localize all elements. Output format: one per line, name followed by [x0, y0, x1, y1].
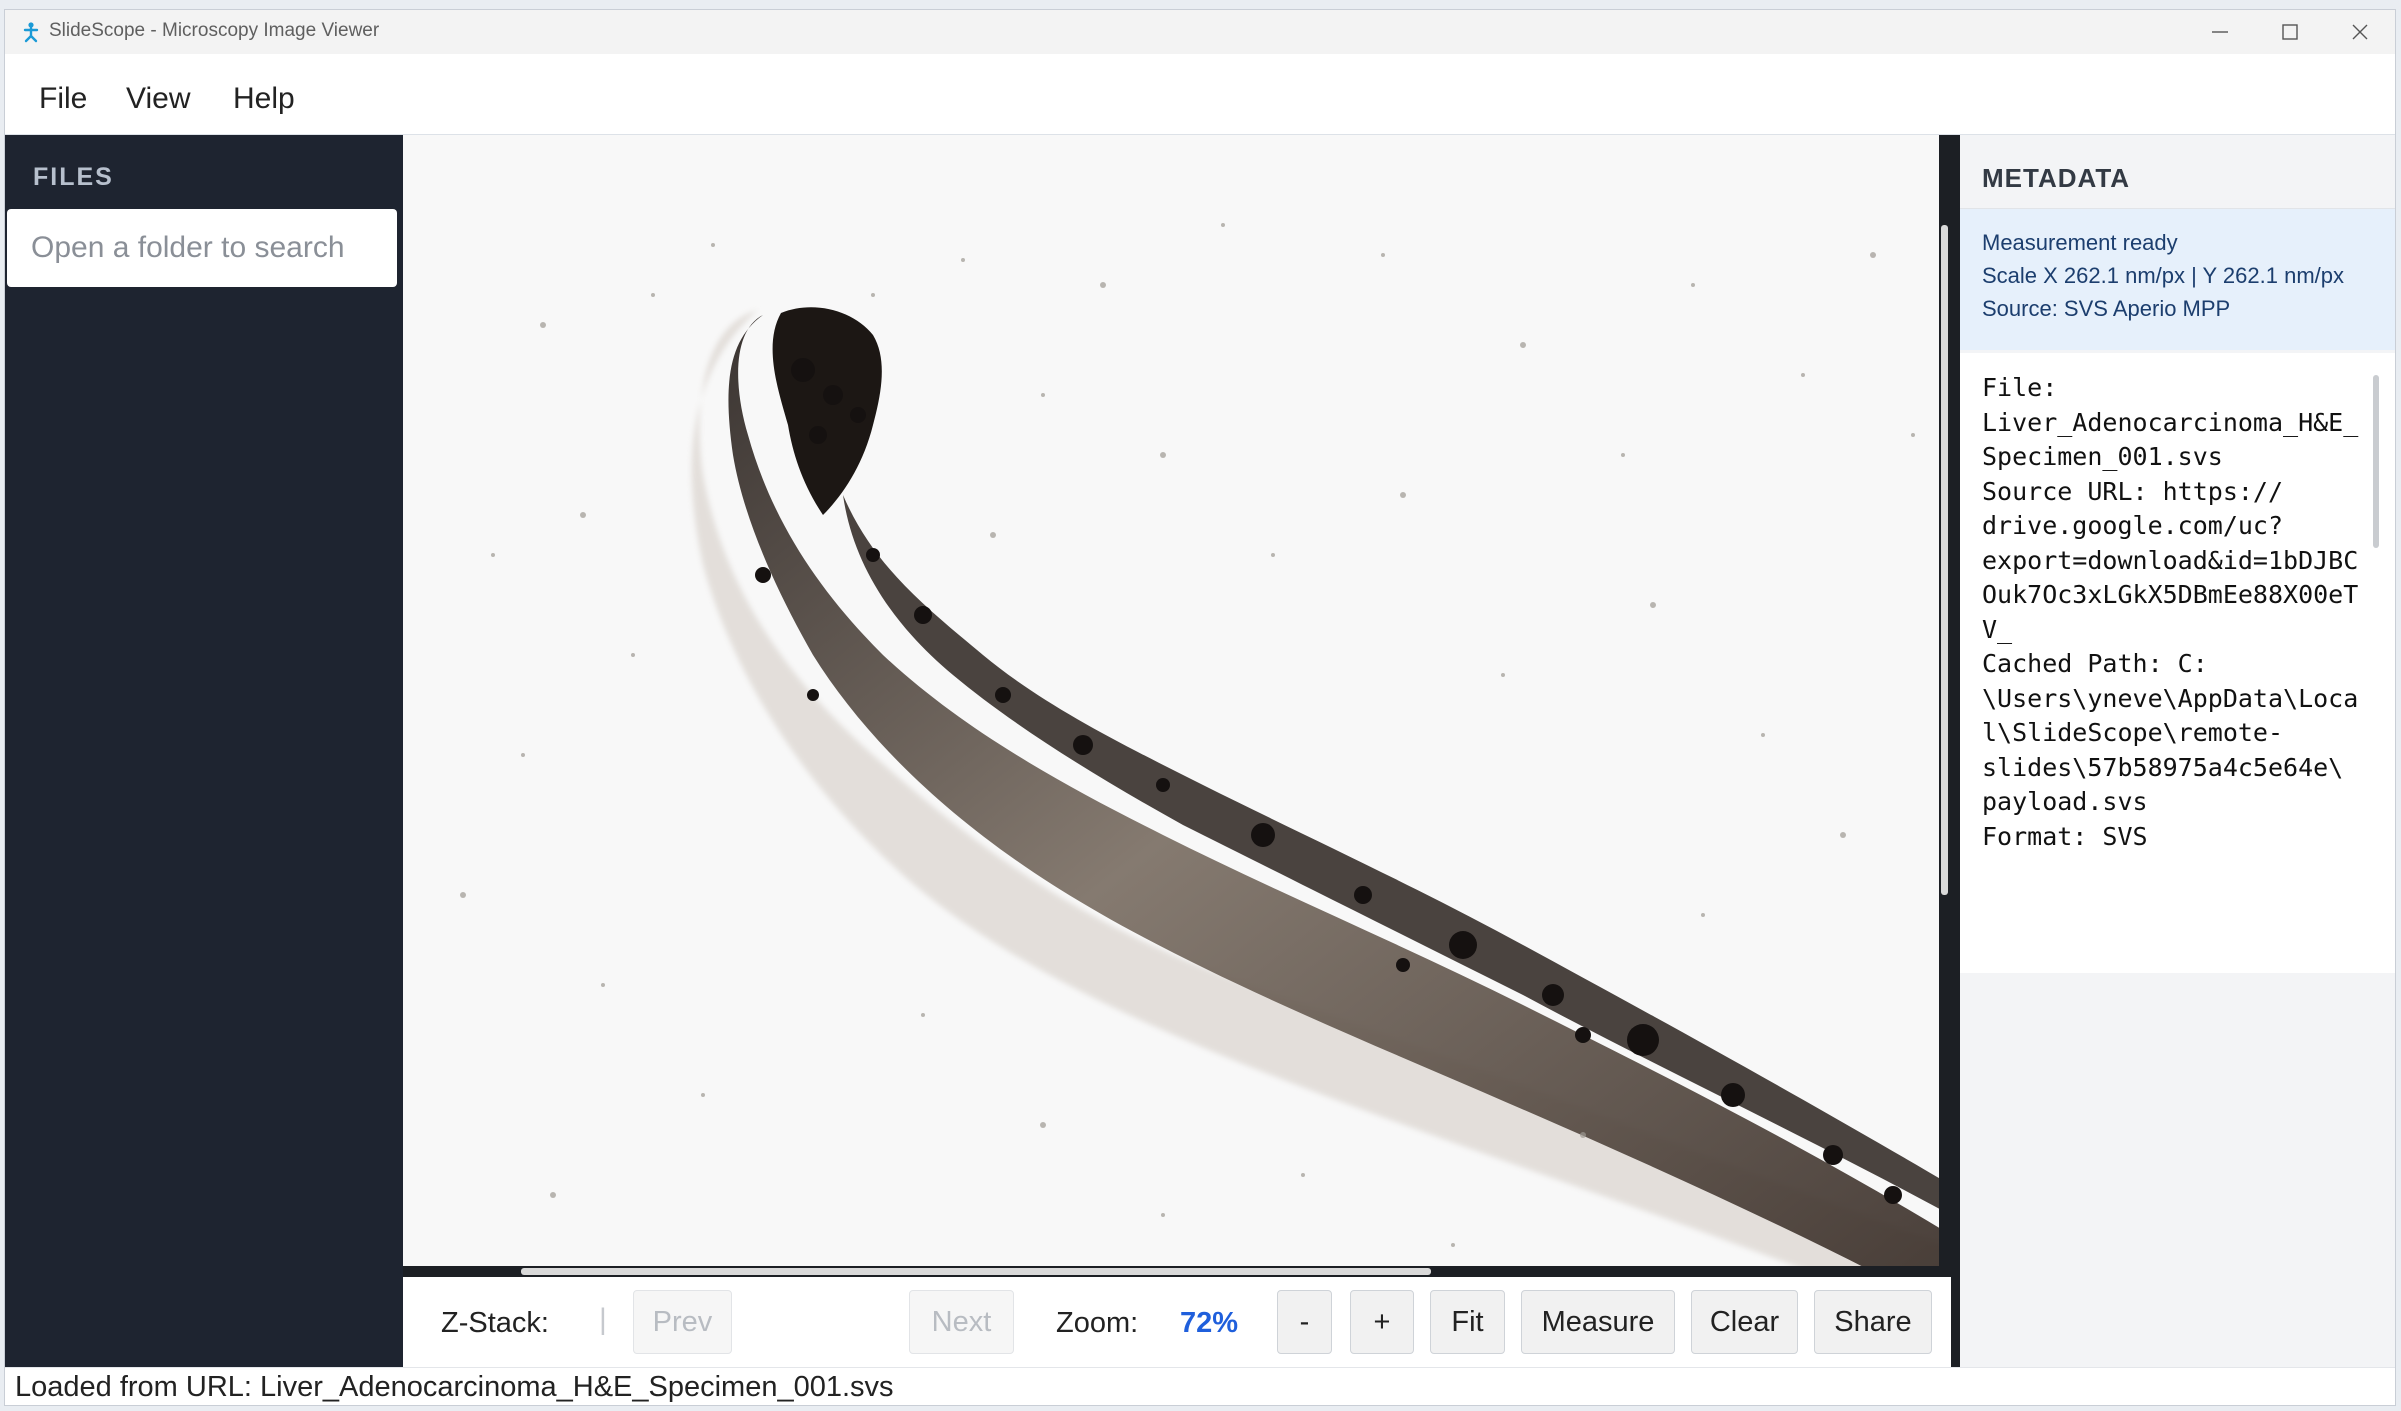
minimize-icon [2212, 31, 2228, 33]
slidescope-logo-icon [23, 22, 39, 43]
menu-view[interactable]: View [126, 82, 190, 116]
share-button[interactable]: Share [1814, 1290, 1932, 1354]
folder-search-input[interactable] [7, 209, 397, 287]
metadata-panel: METADATA Measurement ready Scale X 262.1… [1960, 135, 2395, 1367]
zoom-value: 72% [1180, 1307, 1239, 1339]
clear-button[interactable]: Clear [1691, 1290, 1798, 1354]
metadata-details-box[interactable]: File: Liver_Adenocarcinoma_H&E_Specimen_… [1960, 353, 2395, 973]
measurement-info: Measurement ready Scale X 262.1 nm/px | … [1960, 209, 2395, 350]
metadata-header: METADATA [1960, 135, 2395, 209]
zoom-in-button[interactable]: + [1350, 1290, 1414, 1354]
metadata-title: METADATA [1982, 163, 2131, 193]
measurement-source: Source: SVS Aperio MPP [1982, 296, 2231, 321]
z-stack-label: Z-Stack: [441, 1307, 549, 1339]
title-bar[interactable]: SlideScope - Microscopy Image Viewer [5, 10, 2395, 54]
close-icon [2352, 24, 2368, 40]
slide-viewer[interactable] [403, 135, 1951, 1277]
window-title: SlideScope - Microscopy Image Viewer [49, 20, 380, 41]
maximize-button[interactable] [2255, 10, 2325, 54]
menu-help[interactable]: Help [233, 82, 295, 116]
z-stack-separator: | [599, 1303, 607, 1336]
metadata-scroll-thumb[interactable] [2373, 375, 2379, 548]
fit-button[interactable]: Fit [1430, 1290, 1505, 1354]
menu-file[interactable]: File [39, 82, 87, 116]
viewer-vertical-scroll-thumb[interactable] [1941, 225, 1948, 895]
viewer-horizontal-scroll-thumb[interactable] [521, 1268, 1431, 1275]
zoom-out-button[interactable]: - [1277, 1290, 1332, 1354]
maximize-icon [2282, 24, 2298, 40]
tissue-specimen-image [403, 135, 1951, 1277]
minimize-button[interactable] [2185, 10, 2255, 54]
files-sidebar: FILES [5, 135, 403, 1367]
app-window: SlideScope - Microscopy Image Viewer Fil… [5, 10, 2395, 1405]
next-button[interactable]: Next [909, 1290, 1014, 1354]
measure-button[interactable]: Measure [1521, 1290, 1675, 1354]
close-button[interactable] [2325, 10, 2395, 54]
prev-button[interactable]: Prev [633, 1290, 732, 1354]
metadata-details-text: File: Liver_Adenocarcinoma_H&E_Specimen_… [1982, 373, 2359, 851]
viewer-toolbar: Z-Stack: | Prev Next Zoom: 72% - + Fit M… [403, 1277, 1951, 1367]
measurement-status: Measurement ready [1982, 230, 2178, 255]
status-text: Loaded from URL: Liver_Adenocarcinoma_H&… [15, 1371, 894, 1403]
measurement-scale: Scale X 262.1 nm/px | Y 262.1 nm/px [1982, 263, 2345, 288]
status-bar: Loaded from URL: Liver_Adenocarcinoma_H&… [5, 1367, 2395, 1405]
files-title: FILES [33, 163, 114, 191]
panel-splitter[interactable] [1951, 135, 1960, 1367]
menu-bar: File View Help [5, 54, 2395, 135]
zoom-label: Zoom: [1056, 1307, 1139, 1339]
